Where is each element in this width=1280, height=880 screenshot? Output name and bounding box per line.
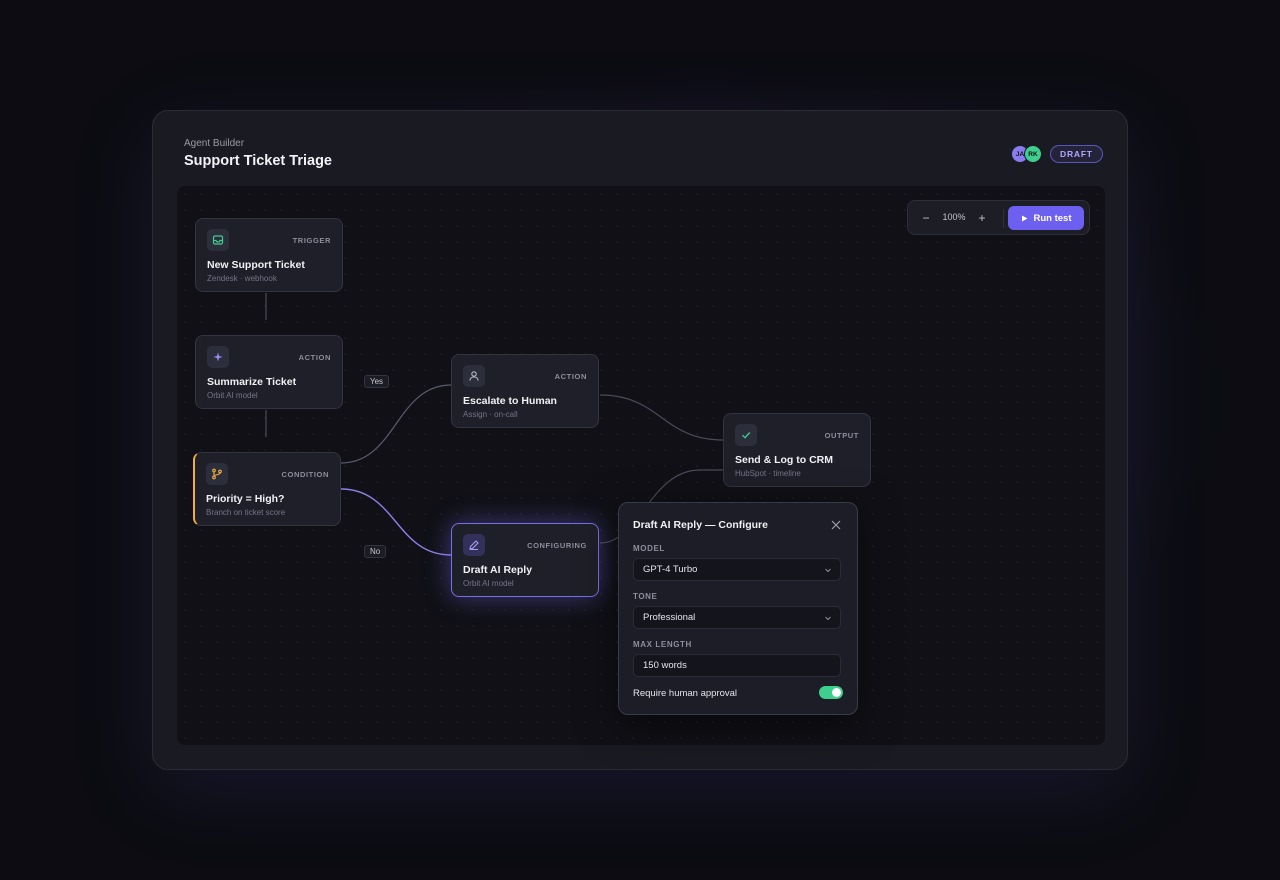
- run-test-button[interactable]: Run test: [1008, 206, 1084, 230]
- node-summarize-ticket[interactable]: ACTION Summarize Ticket Orbit AI model: [195, 335, 343, 409]
- zoom-in-button[interactable]: +: [974, 210, 990, 226]
- edge-label-no: No: [364, 545, 387, 558]
- pencil-icon: [463, 534, 485, 556]
- node-type-label: ACTION: [298, 353, 331, 362]
- node-title: Send & Log to CRM: [735, 454, 833, 466]
- status-badge: DRAFT: [1050, 145, 1103, 163]
- play-icon: [1021, 215, 1027, 221]
- node-subtitle: HubSpot · timeline: [735, 469, 801, 478]
- configure-panel: Draft AI Reply — Configure MODEL GPT-4 T…: [618, 502, 858, 715]
- chevron-down-icon: [825, 568, 831, 573]
- node-subtitle: Assign · on-call: [463, 410, 518, 419]
- node-type-label: ACTION: [554, 372, 587, 381]
- node-type-label: TRIGGER: [292, 236, 331, 245]
- tone-label: TONE: [633, 592, 658, 601]
- node-subtitle: Zendesk · webhook: [207, 274, 277, 283]
- model-select[interactable]: GPT-4 Turbo: [633, 558, 841, 581]
- check-icon: [735, 424, 757, 446]
- zoom-level: 100%: [942, 212, 966, 222]
- node-subtitle: Branch on ticket score: [206, 508, 286, 517]
- approval-toggle[interactable]: [819, 686, 843, 699]
- node-title: Escalate to Human: [463, 395, 557, 407]
- app-kicker: Agent Builder: [184, 138, 245, 149]
- user-icon: [463, 365, 485, 387]
- node-type-label: CONFIGURING: [527, 541, 587, 550]
- avatar[interactable]: RK: [1024, 145, 1042, 163]
- node-draft-ai-reply[interactable]: CONFIGURING Draft AI Reply Orbit AI mode…: [451, 523, 599, 597]
- node-new-support-ticket[interactable]: TRIGGER New Support Ticket Zendesk · web…: [195, 218, 343, 292]
- collaborator-avatars: JA RK: [1011, 145, 1045, 163]
- node-title: Draft AI Reply: [463, 564, 533, 576]
- approval-toggle-label: Require human approval: [633, 688, 738, 699]
- sparkle-icon: [207, 346, 229, 368]
- max-length-label: MAX LENGTH: [633, 640, 692, 649]
- model-label: MODEL: [633, 544, 665, 553]
- close-icon[interactable]: [828, 517, 844, 533]
- node-title: Summarize Ticket: [207, 376, 297, 388]
- run-test-label: Run test: [1033, 212, 1072, 224]
- edge-label-yes: Yes: [364, 375, 390, 388]
- node-type-label: OUTPUT: [824, 431, 859, 440]
- node-priority-condition[interactable]: CONDITION Priority = High? Branch on tic…: [193, 452, 341, 526]
- node-title: New Support Ticket: [207, 259, 305, 271]
- page-title: Support Ticket Triage: [184, 153, 332, 169]
- panel-title: Draft AI Reply — Configure: [633, 519, 768, 531]
- tone-value: Professional: [643, 612, 696, 623]
- node-title: Priority = High?: [206, 493, 285, 505]
- node-subtitle: Orbit AI model: [463, 579, 514, 588]
- model-value: GPT-4 Turbo: [643, 564, 698, 575]
- node-type-label: CONDITION: [281, 470, 329, 479]
- max-length-value: 150 words: [643, 660, 687, 671]
- node-escalate-to-human[interactable]: ACTION Escalate to Human Assign · on-cal…: [451, 354, 599, 428]
- zoom-out-button[interactable]: −: [918, 210, 934, 226]
- chevron-down-icon: [825, 616, 831, 621]
- inbox-icon: [207, 229, 229, 251]
- canvas-toolbar: − 100% + Run test: [907, 200, 1090, 235]
- branch-icon: [206, 463, 228, 485]
- toolbar-divider: [1003, 209, 1004, 228]
- toggle-knob: [832, 688, 841, 697]
- max-length-input[interactable]: 150 words: [633, 654, 841, 677]
- node-send-log-crm[interactable]: OUTPUT Send & Log to CRM HubSpot · timel…: [723, 413, 871, 487]
- node-subtitle: Orbit AI model: [207, 391, 258, 400]
- tone-select[interactable]: Professional: [633, 606, 841, 629]
